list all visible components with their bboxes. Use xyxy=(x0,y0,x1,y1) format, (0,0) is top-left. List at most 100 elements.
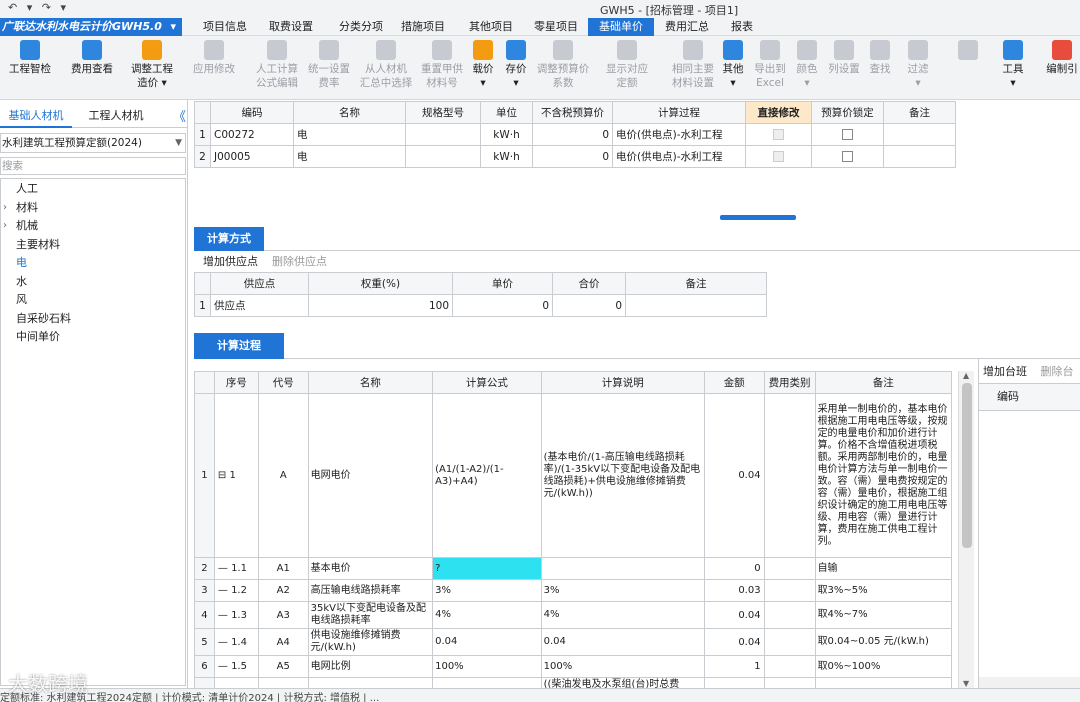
cell-name[interactable]: 电 xyxy=(293,123,406,146)
cell-code[interactable]: A1 xyxy=(257,557,309,580)
cell-type[interactable] xyxy=(763,655,816,678)
tab-calc-process[interactable]: 计算过程 xyxy=(194,333,284,359)
cell-formula[interactable]: 4% xyxy=(432,601,542,629)
column-header[interactable]: 代号 xyxy=(257,371,309,394)
cell-amount[interactable]: 1 xyxy=(703,655,765,678)
tree-item[interactable]: 电 xyxy=(1,254,181,272)
tree-item[interactable]: 风 xyxy=(1,291,181,309)
toolbar-button-14[interactable]: 导出到 Excel xyxy=(752,40,788,90)
cell-formula[interactable]: 100% xyxy=(432,655,542,678)
cell-amount[interactable] xyxy=(703,677,765,688)
column-header[interactable]: 预算价锁定 xyxy=(811,101,884,124)
cell-type[interactable] xyxy=(763,579,816,602)
cell-note[interactable]: 取3%~5% xyxy=(814,579,952,602)
cell-price[interactable]: 0 xyxy=(532,145,613,168)
column-header[interactable]: 直接修改 xyxy=(745,101,812,124)
toolbar-button-1[interactable]: 费用查看 xyxy=(64,40,120,76)
cell-code[interactable]: C00272 xyxy=(210,123,294,146)
cell-desc[interactable]: 100% xyxy=(540,655,705,678)
table-row[interactable]: 5— 1.4 A4 供电设施维修摊销费 元/(kW.h) 0.04 0.04 0.04 取0… xyxy=(194,628,952,656)
cell-code[interactable] xyxy=(257,677,309,688)
chevron-right-icon[interactable]: › xyxy=(3,199,7,217)
cell-total[interactable]: 0 xyxy=(552,294,626,317)
horizontal-scrollbar[interactable] xyxy=(979,677,1080,688)
tree-item[interactable]: 水 xyxy=(1,273,181,291)
cell-note[interactable] xyxy=(814,677,952,688)
cell-type[interactable] xyxy=(763,393,816,558)
toolbar-button-9[interactable]: 存价 ▾ xyxy=(502,40,530,90)
cell-price[interactable]: 0 xyxy=(452,294,553,317)
table-row[interactable]: 2— 1.1 A1 基本电价? 0 自输 xyxy=(194,557,952,580)
toolbar-button-8[interactable]: 载价 ▾ xyxy=(470,40,496,90)
cell-seq[interactable]: ⊟ 1 xyxy=(213,393,259,558)
tab-project-resources[interactable]: 工程人材机 xyxy=(80,104,152,128)
panel-splitter[interactable] xyxy=(720,215,796,220)
cell-desc[interactable]: (基本电价/(1-高压输电线路损耗率)/(1-35kV以下变配电设备及配电线路损… xyxy=(540,393,705,558)
toolbar-button-15[interactable]: 颜色 ▾ xyxy=(792,40,822,90)
toolbar-button-13[interactable]: 其他 ▾ xyxy=(720,40,746,90)
tab-menu-0[interactable]: 项目信息 xyxy=(192,18,258,36)
cell-seq[interactable]: — 1.2 xyxy=(213,579,259,602)
quick-access-toolbar[interactable]: ↶ ▾ ↷ ▾ xyxy=(8,1,69,14)
cell-amount[interactable]: 0.03 xyxy=(703,579,765,602)
toolbar-button-20[interactable]: 工具 ▾ xyxy=(998,40,1028,90)
cell-seq[interactable] xyxy=(213,677,259,688)
tab-menu-6[interactable]: 基础单价 xyxy=(588,18,654,36)
cell-name[interactable]: 供电设施维修摊销费 元/(kW.h) xyxy=(307,628,434,656)
price-lock-checkbox[interactable] xyxy=(842,129,853,140)
tree-item[interactable]: › 材料 xyxy=(1,199,181,217)
toolbar-button-2[interactable]: 调整工程 造价 ▾ xyxy=(126,40,178,90)
table-row[interactable]: 2 J00005 电 kW·h 0 电价(供电点)-水利工程 xyxy=(194,145,956,168)
cell-spec[interactable] xyxy=(405,123,481,146)
cell-type[interactable] xyxy=(763,677,816,688)
cell-price[interactable]: 0 xyxy=(532,123,613,146)
cell-desc[interactable] xyxy=(540,557,705,580)
cell-desc[interactable]: 3% xyxy=(540,579,705,602)
delete-shift-button[interactable]: 删除台 xyxy=(1041,365,1074,378)
tab-menu-5[interactable]: 零星项目 xyxy=(525,18,587,36)
column-header[interactable]: 备注 xyxy=(814,371,952,394)
search-input[interactable]: 搜索 xyxy=(0,157,186,175)
column-header[interactable]: 单价 xyxy=(452,272,553,295)
toolbar-button-7[interactable]: 重置甲供 材料号 xyxy=(418,40,466,90)
cell-note[interactable]: 自输 xyxy=(814,557,952,580)
chevron-right-icon[interactable]: › xyxy=(3,217,7,235)
cell-name[interactable]: 电网比例 xyxy=(307,655,434,678)
column-header[interactable]: 编码 xyxy=(210,101,294,124)
app-menu-button[interactable]: 广联达水利水电云计价GWH5.0 ▾ xyxy=(0,18,182,36)
cell-formula[interactable]: 0.04 xyxy=(432,628,542,656)
cell-unit[interactable]: kW·h xyxy=(480,145,533,168)
tab-menu-2[interactable]: 分类分项 xyxy=(330,18,392,36)
toolbar-button-18[interactable]: 过滤 ▾ xyxy=(904,40,932,90)
cell-amount[interactable]: 0 xyxy=(703,557,765,580)
table-row[interactable]: 6— 1.5 A5 电网比例 100% 100% 1 取0%~100% xyxy=(194,655,952,678)
toolbar-button-6[interactable]: 从人材机 汇总中选择 xyxy=(358,40,414,90)
table-row[interactable]: ((柴油发电及水泵组(台)时总费用/(柴油发电机额定 xyxy=(194,677,952,688)
toolbar-button-5[interactable]: 统一设置 费率 xyxy=(305,40,353,90)
toolbar-button-4[interactable]: 人工计算 公式编辑 xyxy=(252,40,302,90)
column-header[interactable]: 计算说明 xyxy=(540,371,705,394)
cell-name[interactable]: 35kV以下变配电设备及配电线路损耗率 xyxy=(307,601,434,629)
cell-code[interactable]: A xyxy=(257,393,309,558)
tree-item[interactable]: 中间单价 xyxy=(1,328,181,346)
delete-supply-point-button[interactable]: 删除供应点 xyxy=(272,252,327,272)
cell-process[interactable]: 电价(供电点)-水利工程 xyxy=(612,123,746,146)
scroll-down-icon[interactable]: ▼ xyxy=(963,679,969,688)
cell-amount[interactable]: 0.04 xyxy=(703,601,765,629)
cell-seq[interactable]: — 1.3 xyxy=(213,601,259,629)
tab-menu-4[interactable]: 其他项目 xyxy=(460,18,522,36)
column-header[interactable]: 名称 xyxy=(307,371,434,394)
cell-note[interactable]: 取0.04~0.05 元/(kW.h) xyxy=(814,628,952,656)
cell-unit[interactable]: kW·h xyxy=(480,123,533,146)
toolbar-button-16[interactable]: 列设置 xyxy=(826,40,862,76)
vertical-scrollbar[interactable]: ▲ ▼ xyxy=(958,371,974,688)
cell-desc[interactable]: 0.04 xyxy=(540,628,705,656)
cell-desc[interactable]: ((柴油发电及水泵组(台)时总费用/(柴油发电机额定 xyxy=(540,677,705,688)
cell-note[interactable]: 取0%~100% xyxy=(814,655,952,678)
cell-weight[interactable]: 100 xyxy=(308,294,453,317)
add-supply-point-button[interactable]: 增加供应点 xyxy=(203,252,258,272)
cell-amount[interactable]: 0.04 xyxy=(703,393,765,558)
toolbar-button-11[interactable]: 显示对应 定额 xyxy=(604,40,650,90)
tab-menu-1[interactable]: 取费设置 xyxy=(262,18,320,36)
column-header[interactable]: 计算公式 xyxy=(432,371,542,394)
